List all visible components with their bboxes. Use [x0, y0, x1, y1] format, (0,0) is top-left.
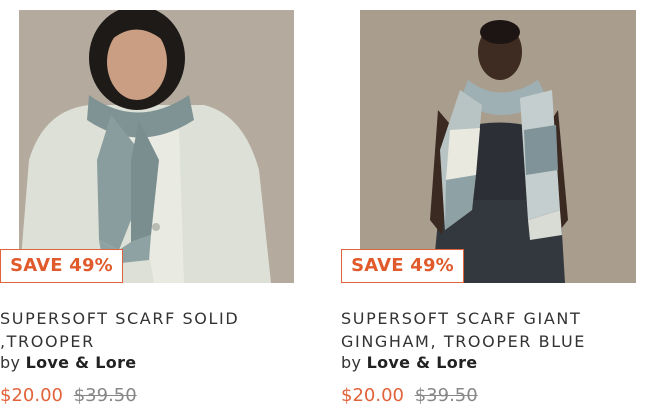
- product-brand-line: by Love & Lore: [341, 353, 477, 372]
- brand-link[interactable]: Love & Lore: [367, 353, 478, 372]
- price-block: $20.00 $39.50: [341, 385, 478, 406]
- product-image[interactable]: [360, 10, 636, 283]
- product-photo-solid-scarf: [19, 10, 294, 283]
- product-title-line[interactable]: SUPERSOFT SCARF GIANT: [341, 307, 631, 330]
- by-label: by: [0, 353, 21, 372]
- discount-badge: SAVE 49%: [341, 249, 464, 283]
- sale-price: $20.00: [0, 385, 63, 406]
- original-price: $39.50: [73, 385, 137, 406]
- sale-price: $20.00: [341, 385, 404, 406]
- product-title[interactable]: SUPERSOFT SCARF GIANT GINGHAM, TROOPER B…: [341, 307, 631, 353]
- product-title-line[interactable]: SUPERSOFT SCARF SOLID: [0, 307, 290, 330]
- product-title-line[interactable]: GINGHAM, TROOPER BLUE: [341, 330, 631, 353]
- product-title-line[interactable]: ,TROOPER: [0, 330, 290, 353]
- by-label: by: [341, 353, 362, 372]
- original-price: $39.50: [414, 385, 478, 406]
- brand-link[interactable]: Love & Lore: [26, 353, 137, 372]
- product-title[interactable]: SUPERSOFT SCARF SOLID ,TROOPER: [0, 307, 290, 353]
- product-photo-gingham-scarf: [360, 10, 636, 283]
- product-image[interactable]: [19, 10, 294, 283]
- discount-badge: SAVE 49%: [0, 249, 123, 283]
- price-block: $20.00 $39.50: [0, 385, 137, 406]
- product-brand-line: by Love & Lore: [0, 353, 136, 372]
